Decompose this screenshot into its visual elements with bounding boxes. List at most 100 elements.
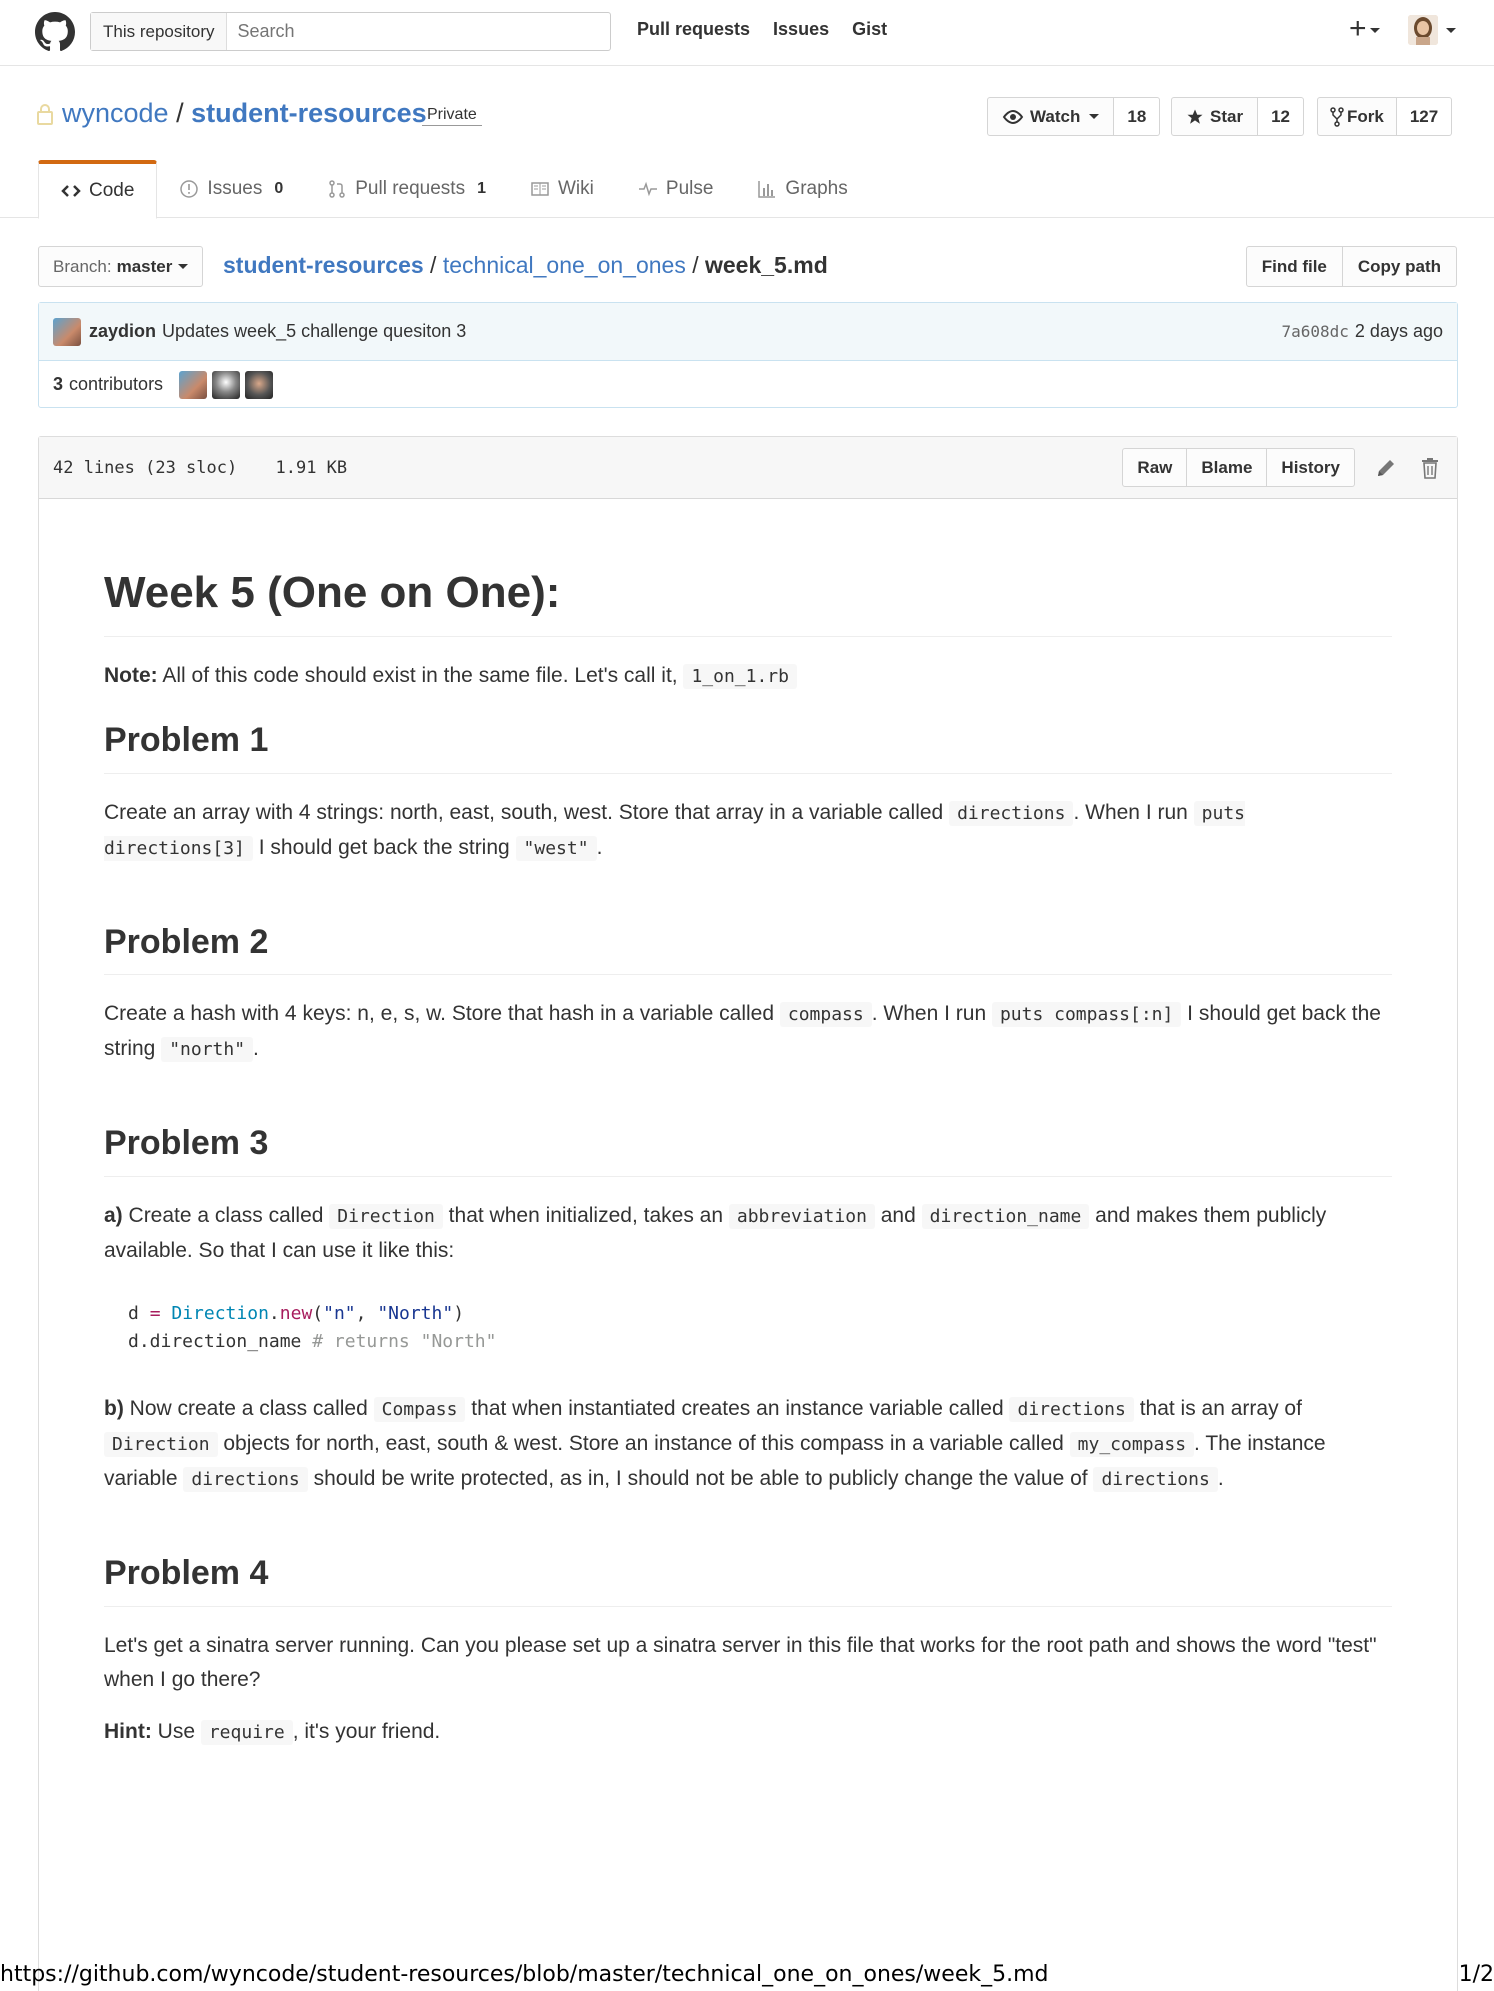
code-line: d.direction_name # returns "North" xyxy=(128,1328,1368,1356)
raw-button[interactable]: Raw xyxy=(1122,448,1188,487)
blame-button[interactable]: Blame xyxy=(1187,448,1268,487)
fork-button[interactable]: Fork xyxy=(1317,97,1397,136)
tab-pulse[interactable]: Pulse xyxy=(616,160,736,218)
pull-requests-count: 1 xyxy=(477,180,486,197)
text: that is an array of xyxy=(1133,1397,1302,1421)
file-view-buttons: Raw Blame History xyxy=(1122,448,1355,487)
branch-select-button[interactable]: Branch: master xyxy=(38,246,204,287)
file-actions: Raw Blame History xyxy=(1122,448,1443,487)
watch-button[interactable]: Watch xyxy=(987,97,1115,136)
search-box: This repository xyxy=(90,12,611,51)
copy-path-button[interactable]: Copy path xyxy=(1342,246,1457,287)
text: I should get back the string xyxy=(252,835,516,859)
code-token: d.direction_name xyxy=(128,1331,313,1353)
edit-button[interactable] xyxy=(1373,455,1399,481)
tab-label: Wiki xyxy=(558,178,594,199)
inline-code: Direction xyxy=(104,1432,218,1458)
inline-code: my_compass xyxy=(1069,1432,1195,1458)
graph-icon xyxy=(758,181,776,198)
breadcrumb-dir-link[interactable]: technical_one_on_ones xyxy=(443,252,686,278)
file-header: 42 lines (23 sloc) 1.91 KB Raw Blame His… xyxy=(39,437,1457,499)
fork-label: Fork xyxy=(1347,106,1384,126)
author-avatar[interactable] xyxy=(53,317,81,346)
star-count[interactable]: 12 xyxy=(1258,97,1304,136)
code-comment: # returns "North" xyxy=(312,1331,497,1353)
github-logo-icon[interactable] xyxy=(35,12,75,52)
delete-button[interactable] xyxy=(1417,455,1443,481)
code-block: d = Direction.new("n", "North") d.direct… xyxy=(104,1284,1392,1372)
avatar-caret-icon[interactable] xyxy=(1446,28,1456,33)
commit-meta: 7a608dc 2 days ago xyxy=(1281,321,1443,342)
search-input[interactable] xyxy=(227,13,610,50)
text: Use xyxy=(151,1719,201,1743)
trash-icon xyxy=(1422,457,1438,479)
commit-author-link[interactable]: zaydion xyxy=(89,321,156,342)
contributor-avatars xyxy=(179,370,274,399)
star-label: Star xyxy=(1210,106,1244,126)
pencil-icon xyxy=(1378,459,1394,476)
commit-tease: zaydion Updates week_5 challenge quesito… xyxy=(38,302,1458,408)
commit-sha-link[interactable]: 7a608dc xyxy=(1281,322,1348,341)
tab-wiki[interactable]: Wiki xyxy=(508,160,616,218)
tab-graphs[interactable]: Graphs xyxy=(735,160,869,218)
contributor-avatar[interactable] xyxy=(245,370,274,399)
nav-gist[interactable]: Gist xyxy=(852,19,887,40)
inline-code: "west" xyxy=(515,835,597,861)
nav-pull-requests[interactable]: Pull requests xyxy=(637,19,750,40)
issue-icon xyxy=(180,180,199,198)
site-header: This repository Pull requests Issues Gis… xyxy=(0,0,1494,66)
user-avatar-icon xyxy=(1408,15,1438,45)
hint-label: Hint: xyxy=(104,1719,152,1743)
text: . xyxy=(1217,1467,1224,1491)
breadcrumb-root-link[interactable]: student-resources xyxy=(223,252,424,278)
contributor-avatar[interactable] xyxy=(179,370,208,399)
private-badge: Private xyxy=(422,106,482,126)
print-footer-page: 1/2 xyxy=(1458,1962,1494,1987)
text: objects for north, east, south & west. S… xyxy=(217,1432,1070,1456)
tab-label: Issues xyxy=(207,178,263,199)
tab-code[interactable]: Code xyxy=(38,160,158,219)
tab-pull-requests[interactable]: Pull requests 1 xyxy=(305,160,508,218)
star-button[interactable]: Star xyxy=(1171,97,1259,136)
text: . xyxy=(253,1037,259,1061)
tab-label: Pulse xyxy=(665,178,714,199)
commit-message-link[interactable]: Updates week_5 challenge quesiton 3 xyxy=(162,321,466,342)
fork-icon xyxy=(1330,106,1344,127)
code-token: , xyxy=(355,1303,378,1325)
pulse-icon xyxy=(638,181,657,197)
create-new-button[interactable]: + xyxy=(1349,14,1380,44)
code-line: d = Direction.new("n", "North") xyxy=(128,1300,1368,1328)
tab-label: Code xyxy=(89,180,135,201)
tab-issues[interactable]: Issues 0 xyxy=(157,160,305,218)
repo-name-link[interactable]: student-resources xyxy=(191,98,427,128)
book-icon xyxy=(531,182,549,196)
commit-time: 2 days ago xyxy=(1354,321,1443,341)
problem-4-heading: Problem 4 xyxy=(104,1553,1392,1607)
fork-group: Fork 127 xyxy=(1317,97,1453,136)
fork-count[interactable]: 127 xyxy=(1396,97,1453,136)
breadcrumb-separator: / xyxy=(423,252,443,278)
file-nav-buttons: Find file Copy path xyxy=(1245,246,1457,287)
contributors-label[interactable]: contributors xyxy=(69,374,163,395)
breadcrumb-file: week_5.md xyxy=(705,252,828,278)
contributor-avatar[interactable] xyxy=(212,370,241,399)
problem-2-heading: Problem 2 xyxy=(104,922,1392,976)
text: Create a hash with 4 keys: n, e, s, w. S… xyxy=(104,1002,780,1026)
repo-owner-link[interactable]: wyncode xyxy=(62,98,169,128)
nav-issues[interactable]: Issues xyxy=(773,19,829,40)
pull-request-icon xyxy=(329,180,345,198)
part-label: a) xyxy=(104,1204,123,1228)
markdown-body: Week 5 (One on One): Note: All of this c… xyxy=(39,567,1457,1750)
watch-count[interactable]: 18 xyxy=(1114,97,1161,136)
user-avatar[interactable] xyxy=(1408,15,1438,45)
code-token: d xyxy=(128,1303,150,1325)
note-label: Note: xyxy=(104,663,158,687)
tab-label: Pull requests xyxy=(355,178,466,199)
inline-code: abbreviation xyxy=(728,1204,875,1230)
history-button[interactable]: History xyxy=(1267,448,1355,487)
file-size: 1.91 KB xyxy=(275,457,348,478)
find-file-button[interactable]: Find file xyxy=(1245,246,1343,287)
text: should be write protected, as in, I shou… xyxy=(307,1467,1094,1491)
inline-code: puts compass[:n] xyxy=(991,1002,1182,1028)
inline-code: directions xyxy=(183,1467,308,1493)
